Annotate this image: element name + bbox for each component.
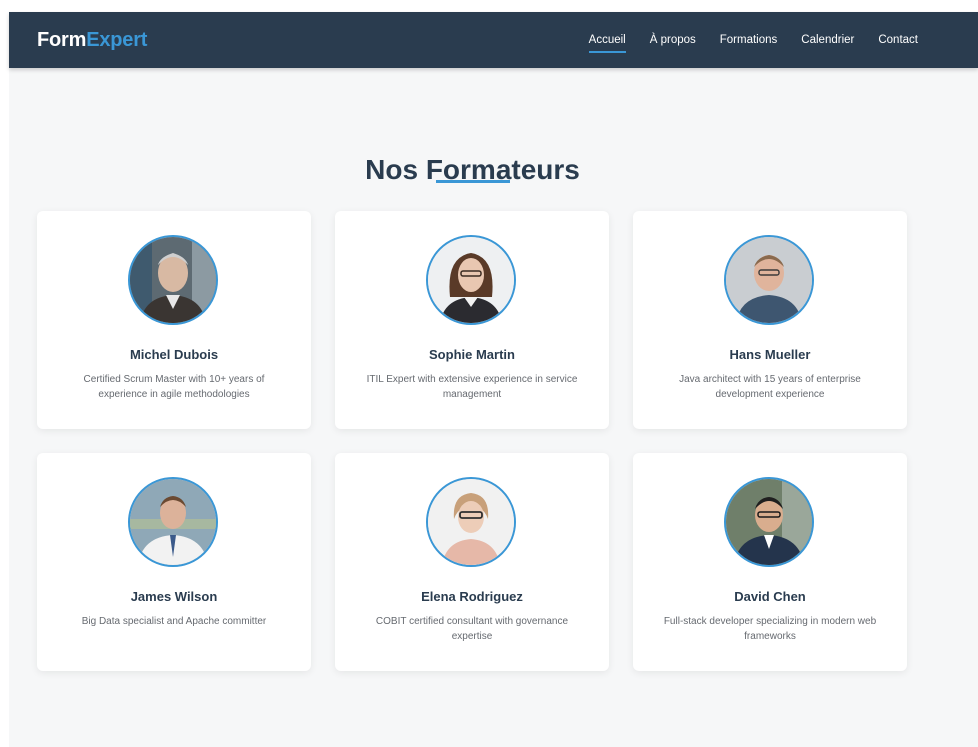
nav-link-calendrier[interactable]: Calendrier [801,33,854,47]
trainer-photo-icon [428,479,514,565]
trainer-description: ITIL Expert with extensive experience in… [366,374,578,400]
trainer-card: James Wilson Big Data specialist and Apa… [37,453,311,671]
trainer-card: Hans Mueller Java architect with 15 year… [633,211,907,429]
trainer-photo-icon [128,235,218,325]
brand-logo[interactable]: FormExpert [37,28,147,52]
trainer-card: Michel Dubois Certified Scrum Master wit… [37,211,311,429]
trainer-description: Full-stack developer specializing in mod… [663,616,877,642]
trainer-description: Java architect with 15 years of enterpri… [679,374,861,400]
main-nav: Accueil À propos Formations Calendrier C… [588,12,918,68]
trainer-photo-icon [726,237,812,323]
brand-logo-expert: Expert [86,29,148,51]
trainer-name: David Chen [734,589,806,604]
title-underline [436,180,510,183]
trainer-description: Certified Scrum Master with 10+ years of… [83,374,265,400]
navbar: FormExpert Accueil À propos Formations C… [9,12,978,68]
nav-link-accueil[interactable]: Accueil [588,33,626,53]
page: FormExpert Accueil À propos Formations C… [0,0,978,747]
trainer-photo-icon [726,479,812,565]
trainer-card: Sophie Martin ITIL Expert with extensive… [335,211,609,429]
trainer-name: Michel Dubois [129,347,219,362]
brand-logo-form: Form [37,29,87,51]
trainer-description: Big Data specialist and Apache committer [81,616,267,627]
trainer-name: Elena Rodriguez [421,589,523,604]
trainer-card: Elena Rodriguez COBIT certified consulta… [335,453,609,671]
trainer-photo-icon [428,237,514,323]
trainer-photo-icon [130,237,216,323]
trainer-photo-icon [724,235,814,325]
nav-link-contact[interactable]: Contact [878,33,918,47]
trainer-photo-icon [426,477,516,567]
browser-viewport: FormExpert Accueil À propos Formations C… [9,12,978,747]
trainer-photo-icon [130,479,216,565]
nav-link-a-propos[interactable]: À propos [650,33,696,47]
trainer-photo-icon [724,477,814,567]
trainer-description: COBIT certified consultant with governan… [375,616,569,642]
trainer-name: Sophie Martin [429,347,515,362]
trainer-photo-icon [128,477,218,567]
trainer-name: James Wilson [130,589,218,604]
trainer-name: Hans Mueller [729,347,811,362]
trainer-photo-icon [426,235,516,325]
nav-link-formations[interactable]: Formations [720,33,778,47]
trainer-card: David Chen Full-stack developer speciali… [633,453,907,671]
